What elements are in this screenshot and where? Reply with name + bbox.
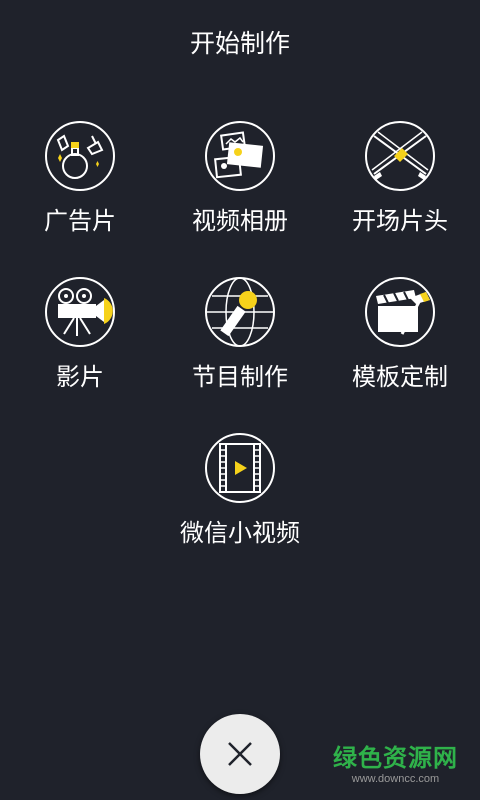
page-title: 开始制作 <box>189 29 290 58</box>
menu-item-label: 视频相册 <box>192 207 288 235</box>
movie-camera-icon <box>45 277 115 347</box>
watermark-text: 绿色资源网 <box>333 744 458 772</box>
menu-item-label: 影片 <box>56 363 104 391</box>
menu-item-video-album[interactable]: 视频相册 <box>170 120 310 238</box>
product-ad-icon <box>45 121 115 191</box>
menu-item-label: 节目制作 <box>192 363 288 391</box>
microphone-globe-icon <box>205 277 275 347</box>
watermark: 绿色资源网 www.downcc.com <box>333 744 458 786</box>
menu-item-movie[interactable]: 影片 <box>10 276 150 394</box>
menu-item-label: 微信小视频 <box>180 519 300 547</box>
photo-album-icon <box>205 121 275 191</box>
menu-item-template[interactable]: 模板定制 <box>330 276 470 394</box>
clapperboard-hammer-icon <box>365 277 435 347</box>
close-button[interactable] <box>200 714 280 794</box>
watermark-url: www.downcc.com <box>351 773 440 785</box>
film-play-icon <box>205 433 275 503</box>
menu-item-intro[interactable]: 开场片头 <box>330 120 470 238</box>
menu-item-wechat-video[interactable]: 微信小视频 <box>170 432 310 550</box>
menu-item-ad[interactable]: 广告片 <box>10 120 150 238</box>
menu-item-program[interactable]: 节目制作 <box>170 276 310 394</box>
menu-item-label: 模板定制 <box>352 363 448 391</box>
menu-item-label: 开场片头 <box>352 207 448 235</box>
menu-item-label: 广告片 <box>44 207 116 235</box>
close-icon <box>228 742 252 766</box>
intro-swords-icon <box>365 121 435 191</box>
